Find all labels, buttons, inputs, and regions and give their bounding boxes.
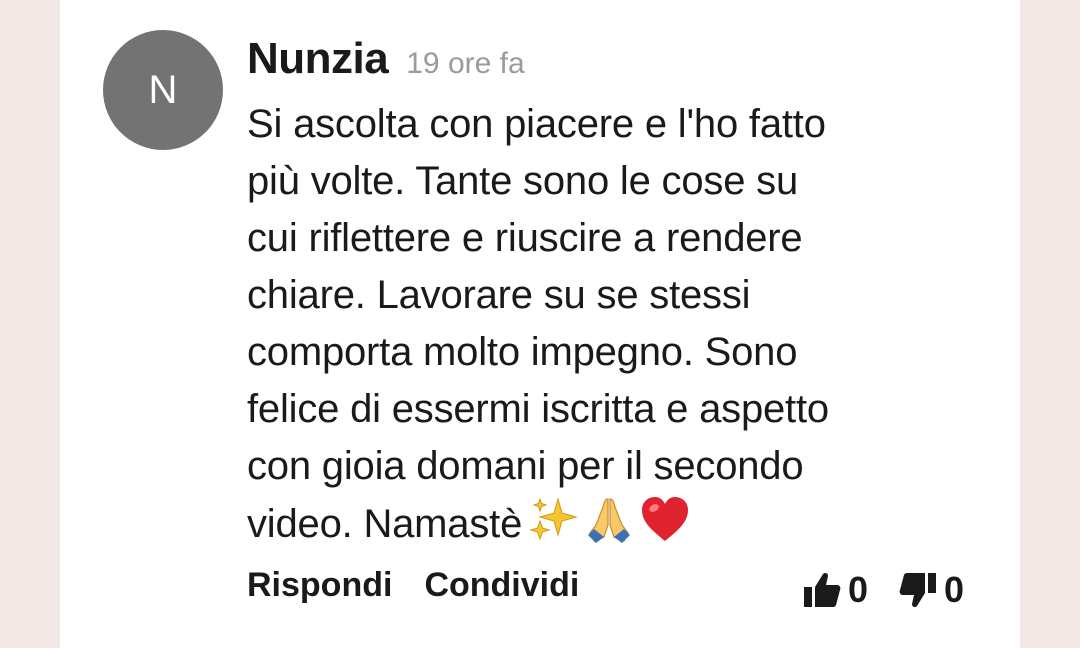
- thumbs-up-icon: [803, 572, 841, 607]
- comment-actions: Rispondi Condividi: [247, 560, 611, 610]
- like-button[interactable]: 0: [802, 569, 868, 611]
- reply-button[interactable]: Rispondi: [247, 566, 392, 605]
- comment-body: Si ascolta con piacere e l'ho fatto più …: [247, 96, 987, 553]
- red-heart-icon: [642, 497, 689, 541]
- dislike-button[interactable]: 0: [898, 569, 964, 611]
- thumbs-down-icon: [899, 573, 936, 608]
- sparkles-icon: [529, 497, 578, 541]
- vote-controls: 0 0: [802, 565, 964, 615]
- author-name[interactable]: Nunzia: [247, 34, 389, 84]
- comment-text: Si ascolta con piacere e l'ho fatto più …: [247, 102, 829, 546]
- comment-header: Nunzia 19 ore fa: [247, 34, 525, 88]
- folded-hands-icon: [588, 498, 631, 543]
- comment-card: N Nunzia 19 ore fa Si ascolta con piacer…: [60, 0, 1020, 648]
- share-button[interactable]: Condividi: [424, 566, 579, 605]
- avatar-letter: N: [148, 67, 178, 112]
- like-count: 0: [847, 569, 868, 610]
- avatar[interactable]: N: [103, 30, 223, 150]
- comment-timestamp: 19 ore fa: [406, 47, 525, 80]
- dislike-count: 0: [943, 569, 964, 610]
